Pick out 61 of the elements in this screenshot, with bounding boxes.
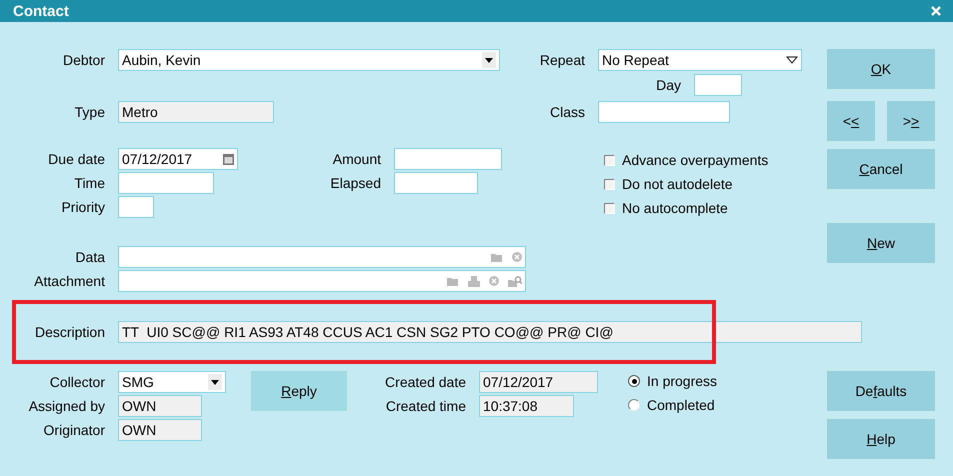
field-label: Repeat — [540, 51, 585, 70]
field-label: Due date — [48, 150, 105, 169]
checkbox[interactable]: No autocomplete — [604, 196, 768, 220]
search-folder-icon[interactable] — [508, 276, 522, 286]
clear-icon[interactable] — [489, 276, 499, 286]
radio-indicator[interactable] — [628, 375, 640, 387]
created-time-field[interactable]: 10:37:08 — [479, 395, 574, 417]
field-label: Originator — [44, 421, 105, 440]
folder-icon[interactable] — [491, 252, 503, 262]
field-label: Priority — [61, 198, 105, 217]
help-button[interactable]: Help — [827, 419, 935, 459]
elapsed-field[interactable] — [394, 172, 478, 194]
assigned-by-field[interactable]: OWN — [118, 395, 202, 417]
field-label: Elapsed — [330, 174, 381, 193]
field-label: Assigned by — [28, 397, 105, 416]
field-label: Attachment — [34, 272, 105, 291]
clear-icon[interactable] — [512, 252, 522, 262]
field-label: Day — [656, 76, 681, 95]
defaults-button[interactable]: Defaults — [827, 371, 935, 411]
field-label: Created time — [386, 397, 466, 416]
previous-button[interactable]: << — [827, 101, 875, 141]
radio-button[interactable]: Completed — [628, 393, 718, 417]
field-label: Data — [75, 248, 105, 267]
field-label: Amount — [332, 150, 381, 169]
time-field[interactable] — [118, 172, 214, 194]
dropdown-arrow-icon[interactable] — [786, 56, 798, 64]
field-label: Type — [74, 103, 105, 122]
folder-icon[interactable] — [447, 276, 459, 286]
next-button[interactable]: >> — [887, 101, 935, 141]
data-field[interactable] — [118, 246, 526, 268]
calendar-icon[interactable] — [223, 154, 234, 164]
radio-button[interactable]: In progress — [628, 369, 718, 393]
attachment-field[interactable] — [118, 270, 526, 292]
ok-button[interactable]: OK — [827, 49, 935, 89]
close-icon[interactable] — [931, 6, 941, 16]
created-date-field[interactable]: 07/12/2017 — [479, 371, 598, 393]
due-date-field[interactable]: 07/12/2017 — [118, 148, 238, 170]
radio-indicator[interactable] — [628, 399, 640, 411]
checkbox[interactable]: Do not autodelete — [604, 172, 768, 196]
cancel-button[interactable]: Cancel — [827, 149, 935, 189]
checkbox[interactable]: Advance overpayments — [604, 148, 768, 172]
printer-icon[interactable] — [468, 276, 480, 286]
window-title: Contact — [13, 2, 69, 20]
repeat-dropdown[interactable]: No Repeat — [598, 49, 802, 71]
field-label: Class — [550, 103, 585, 122]
field-label: Time — [74, 174, 105, 193]
priority-field[interactable] — [118, 196, 154, 218]
field-label: Description — [34, 323, 105, 342]
field-label: Collector — [50, 373, 105, 392]
field-label: Created date — [385, 373, 466, 392]
reply-button[interactable]: Reply — [251, 371, 347, 411]
day-field[interactable] — [694, 74, 742, 96]
field-label: Debtor — [62, 51, 105, 70]
type-field[interactable]: Metro — [118, 101, 274, 123]
new-button[interactable]: New — [827, 223, 935, 263]
class-field[interactable] — [598, 101, 730, 123]
collector-dropdown[interactable]: SMG — [118, 371, 226, 393]
originator-field[interactable]: OWN — [118, 419, 202, 441]
description-field[interactable]: TT UI0 SC@@ RI1 AS93 AT48 CCUS AC1 CSN SG2 PTO CO@@ PR@ CI@ — [118, 321, 862, 343]
debtor-dropdown[interactable]: Aubin, Kevin — [118, 49, 500, 71]
amount-field[interactable] — [394, 148, 502, 170]
